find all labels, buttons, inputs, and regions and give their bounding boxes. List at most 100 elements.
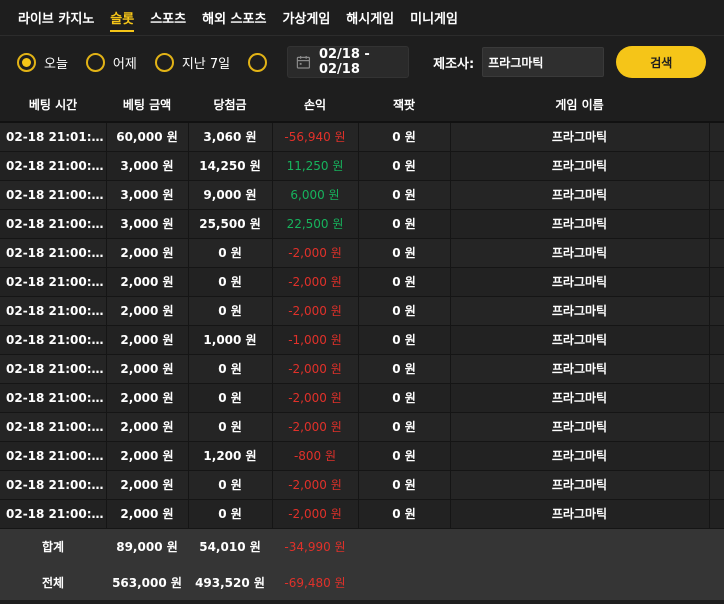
cell-bet-time: 02-18 21:00:…: [0, 296, 107, 326]
cell-jackpot: 0 원: [358, 441, 451, 471]
radio-last-7-days-label: 지난 7일: [181, 56, 231, 72]
cell-bet-time: 02-18 21:00:…: [0, 354, 107, 384]
cell-spacer: [709, 325, 724, 355]
cell-bet-time: 02-18 21:00:…: [0, 267, 107, 297]
radio-yesterday-label: 어제: [112, 56, 137, 72]
cell-jackpot: 0 원: [358, 209, 451, 239]
table-row[interactable]: 02-18 21:01:… 60,000 원 3,060 원 -56,940 원0 원…: [0, 122, 724, 152]
header-spacer: [709, 88, 724, 123]
header-winnings: 당첨금: [188, 88, 272, 123]
subtotal-win: 54,010 원: [188, 528, 272, 564]
radio-last-7-days[interactable]: 지난 7일: [154, 52, 231, 72]
cell-game-name: 프라그마틱: [450, 180, 710, 210]
table-row[interactable]: 02-18 21:00:… 2,000 원0 원 -2,000 원0 원 프라그마틱: [0, 296, 724, 326]
cell-game-name: 프라그마틱: [450, 470, 710, 500]
date-range-picker[interactable]: 02/18 - 02/18: [287, 46, 410, 78]
table-row[interactable]: 02-18 21:00:… 3,000 원 14,250 원 11,250 원0 원프…: [0, 151, 724, 181]
tab-slot[interactable]: 슬롯: [102, 0, 142, 36]
cell-spacer: [709, 412, 724, 442]
cell-winnings: 1,000 원: [188, 325, 273, 355]
cell-bet-time: 02-18 21:00:…: [0, 499, 107, 529]
radio-today[interactable]: 오늘: [17, 52, 68, 72]
cell-spacer: [709, 383, 724, 413]
table-row[interactable]: 02-18 21:00:… 2,000 원0 원 -2,000 원0 원 프라그마틱: [0, 470, 724, 500]
cell-bet-amount: 2,000 원: [106, 383, 189, 413]
cell-winnings: 0 원: [188, 383, 273, 413]
cell-spacer: [709, 209, 724, 239]
cell-spacer: [709, 267, 724, 297]
table-row[interactable]: 02-18 21:00:… 2,000 원0 원 -2,000 원0 원 프라그마틱: [0, 412, 724, 442]
cell-winnings: 0 원: [188, 354, 273, 384]
cell-bet-amount: 3,000 원: [106, 151, 189, 181]
cell-profit-loss: -2,000 원: [272, 238, 359, 268]
cell-jackpot: 0 원: [358, 499, 451, 529]
tab-virtual-game[interactable]: 가상게임: [274, 0, 338, 36]
maker-input[interactable]: [482, 47, 605, 77]
cell-bet-amount: 2,000 원: [106, 354, 189, 384]
cell-bet-amount: 3,000 원: [106, 209, 189, 239]
table-row[interactable]: 02-18 21:00:… 2,000 원0 원 -2,000 원0 원 프라그마틱: [0, 354, 724, 384]
cell-profit-loss: -2,000 원: [272, 383, 359, 413]
cell-jackpot: 0 원: [358, 383, 451, 413]
tab-live-casino[interactable]: 라이브 카지노: [10, 0, 102, 36]
cell-spacer: [709, 296, 724, 326]
cell-profit-loss: -2,000 원: [272, 412, 359, 442]
radio-custom-range-icon[interactable]: [248, 52, 268, 72]
cell-jackpot: 0 원: [358, 267, 451, 297]
cell-game-name: 프라그마틱: [450, 354, 710, 384]
cell-bet-amount: 2,000 원: [106, 325, 189, 355]
radio-yesterday[interactable]: 어제: [85, 52, 137, 72]
cell-jackpot: 0 원: [358, 180, 451, 210]
cell-game-name: 프라그마틱: [450, 296, 710, 326]
cell-bet-time: 02-18 21:00:…: [0, 470, 107, 500]
table-row[interactable]: 02-18 21:00:… 2,000 원0 원 -2,000 원0 원 프라그마틱: [0, 238, 724, 268]
cell-game-name: 프라그마틱: [450, 412, 710, 442]
cell-winnings: 14,250 원: [188, 151, 273, 181]
total-bet: 563,000 원: [106, 564, 188, 600]
cell-spacer: [709, 470, 724, 500]
cell-jackpot: 0 원: [358, 151, 451, 181]
radio-yesterday-icon[interactable]: [85, 52, 105, 72]
table-row[interactable]: 02-18 21:00:… 2,000 원 1,000 원 -1,000 원0 원 프라…: [0, 325, 724, 355]
cell-jackpot: 0 원: [358, 122, 451, 152]
cell-profit-loss: 11,250 원: [272, 151, 359, 181]
cell-profit-loss: 22,500 원: [272, 209, 359, 239]
cell-game-name: 프라그마틱: [450, 499, 710, 529]
cell-winnings: 0 원: [188, 499, 273, 529]
table-row[interactable]: 02-18 21:00:… 3,000 원 9,000 원 6,000 원0 원 프라그…: [0, 180, 724, 210]
total-row: 전체 563,000 원 493,520 원 -69,480 원: [0, 564, 724, 600]
header-bet-time: 베팅 시간: [0, 88, 106, 123]
radio-last-7-days-icon[interactable]: [154, 52, 174, 72]
table-row[interactable]: 02-18 21:00:… 2,000 원0 원 -2,000 원0 원 프라그마틱: [0, 383, 724, 413]
radio-today-icon[interactable]: [17, 52, 36, 72]
search-button[interactable]: 검색: [616, 46, 707, 78]
radio-custom-range[interactable]: [248, 52, 275, 72]
cell-winnings: 3,060 원: [188, 122, 273, 152]
calendar-icon: [296, 55, 311, 69]
category-tabs: 라이브 카지노 슬롯 스포츠 해외 스포츠 가상게임 해시게임 미니게임: [0, 0, 724, 36]
subtotal-empty: [709, 528, 724, 564]
tab-sports[interactable]: 스포츠: [142, 0, 194, 36]
cell-spacer: [709, 354, 724, 384]
tab-overseas-sports[interactable]: 해외 스포츠: [194, 0, 274, 36]
cell-profit-loss: -2,000 원: [272, 267, 359, 297]
bet-history-table: 베팅 시간 베팅 금액 당첨금 손익 잭팟 게임 이름 02-18 21:01:…: [0, 88, 724, 600]
table-row[interactable]: 02-18 21:00:… 2,000 원 1,200 원 -800 원0 원 프라그마…: [0, 441, 724, 471]
cell-spacer: [709, 238, 724, 268]
cell-game-name: 프라그마틱: [450, 238, 710, 268]
cell-bet-amount: 2,000 원: [106, 412, 189, 442]
table-row[interactable]: 02-18 21:00:… 3,000 원 25,500 원 22,500 원0 원프…: [0, 209, 724, 239]
table-row[interactable]: 02-18 21:00:… 2,000 원0 원 -2,000 원0 원 프라그마틱: [0, 267, 724, 297]
cell-bet-amount: 3,000 원: [106, 180, 189, 210]
cell-bet-amount: 2,000 원: [106, 238, 189, 268]
table-row[interactable]: 02-18 21:00:… 2,000 원0 원 -2,000 원0 원 프라그마틱: [0, 499, 724, 529]
cell-bet-time: 02-18 21:00:…: [0, 180, 107, 210]
tab-mini-game[interactable]: 미니게임: [402, 0, 466, 36]
cell-jackpot: 0 원: [358, 412, 451, 442]
cell-winnings: 0 원: [188, 238, 273, 268]
cell-profit-loss: -1,000 원: [272, 325, 359, 355]
tab-hash-game[interactable]: 해시게임: [338, 0, 402, 36]
cell-game-name: 프라그마틱: [450, 383, 710, 413]
total-label: 전체: [0, 564, 106, 600]
cell-bet-time: 02-18 21:00:…: [0, 383, 107, 413]
